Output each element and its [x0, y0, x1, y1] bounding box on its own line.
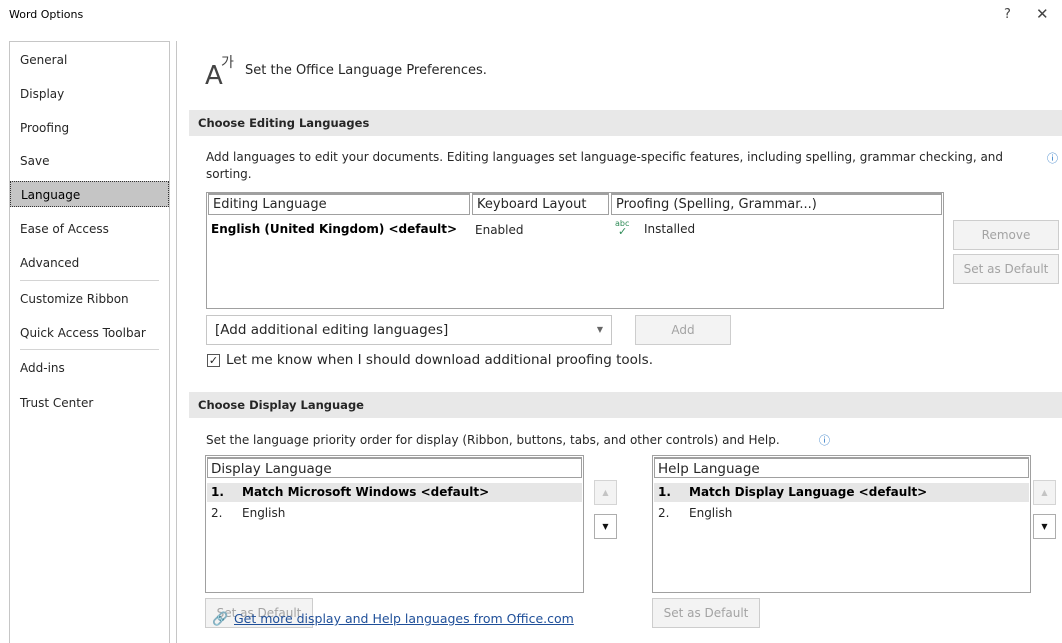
list-item-number: 1. — [211, 485, 224, 499]
list-item-label: English — [242, 506, 286, 520]
add-language-combo-value: [Add additional editing languages] — [215, 322, 449, 338]
list-item-label: Match Microsoft Windows <default> — [242, 485, 490, 499]
sidebar-item-quick-access-toolbar[interactable]: Quick Access Toolbar — [10, 320, 169, 346]
sidebar-item-display[interactable]: Display — [10, 81, 169, 107]
sidebar-item-language[interactable]: Language — [10, 181, 169, 207]
table-row-keyboard: Enabled — [475, 223, 524, 237]
table-row-language[interactable]: English (United Kingdom) <default> — [211, 221, 457, 237]
help-move-up-button[interactable]: ▲ — [1033, 480, 1056, 505]
editing-languages-table[interactable]: Editing Language Keyboard Layout Proofin… — [206, 192, 944, 309]
info-icon[interactable]: ⓘ — [819, 432, 830, 448]
move-up-button[interactable]: ▲ — [594, 480, 617, 505]
list-item-number: 2. — [658, 506, 670, 520]
close-button[interactable]: ✕ — [1036, 5, 1049, 23]
window-title: Word Options — [9, 8, 84, 21]
sidebar-item-customize-ribbon[interactable]: Customize Ribbon — [10, 286, 169, 312]
display-section-header: Choose Display Language — [189, 392, 1062, 418]
check-icon: ✓ — [618, 225, 628, 238]
sidebar-item-save[interactable]: Save — [10, 148, 169, 174]
sidebar-item-add-ins[interactable]: Add-ins — [10, 355, 169, 381]
list-item-number: 1. — [658, 485, 671, 499]
editing-section-header: Choose Editing Languages — [189, 110, 1062, 136]
list-item-label: Match Display Language <default> — [689, 485, 928, 499]
download-proofing-checkbox[interactable]: ✓ — [207, 354, 220, 367]
editing-description: Add languages to edit your documents. Ed… — [206, 150, 1004, 181]
display-language-header: Display Language — [207, 457, 582, 478]
column-keyboard-layout[interactable]: Keyboard Layout — [472, 193, 609, 215]
sidebar-item-trust-center[interactable]: Trust Center — [10, 390, 169, 416]
svg-text:가: 가 — [221, 55, 234, 71]
language-icon: A 가 — [205, 55, 234, 86]
help-language-list[interactable]: Help Language 1. Match Display Language … — [652, 455, 1031, 593]
get-more-languages-link[interactable]: Get more display and Help languages from… — [234, 611, 574, 626]
info-icon[interactable]: ⓘ — [1047, 150, 1058, 166]
link-icon: 🔗 — [212, 612, 229, 627]
sidebar: General Display Proofing Save Language E… — [9, 41, 170, 643]
sidebar-divider — [20, 280, 159, 281]
set-default-editing-button[interactable]: Set as Default — [953, 254, 1059, 284]
add-language-combo[interactable]: [Add additional editing languages] ▼ — [206, 315, 612, 345]
sidebar-item-ease-of-access[interactable]: Ease of Access — [10, 216, 169, 242]
display-description: Set the language priority order for disp… — [206, 433, 780, 447]
sidebar-item-general[interactable]: General — [10, 47, 169, 73]
display-language-list[interactable]: Display Language 1. Match Microsoft Wind… — [205, 455, 584, 593]
list-item[interactable]: 1. Match Microsoft Windows <default> — [207, 483, 582, 502]
sidebar-item-proofing[interactable]: Proofing — [10, 115, 169, 141]
table-row-proofing: Installed — [644, 222, 696, 236]
move-down-button[interactable]: ▼ — [594, 514, 617, 539]
add-button[interactable]: Add — [635, 315, 731, 345]
column-editing-language[interactable]: Editing Language — [208, 193, 470, 215]
sidebar-divider — [20, 349, 159, 350]
title-bar: Word Options ? ✕ — [0, 0, 1062, 32]
help-language-header: Help Language — [654, 457, 1029, 478]
set-default-help-button[interactable]: Set as Default — [652, 598, 760, 628]
help-move-down-button[interactable]: ▼ — [1033, 514, 1056, 539]
list-item-label: English — [689, 506, 733, 520]
list-item[interactable]: 1. Match Display Language <default> — [654, 483, 1029, 502]
content-divider — [176, 41, 177, 643]
remove-button[interactable]: Remove — [953, 220, 1059, 250]
list-item-number: 2. — [211, 506, 223, 520]
list-item[interactable]: 2. English — [654, 504, 1029, 523]
page-title: Set the Office Language Preferences. — [245, 63, 487, 78]
list-item[interactable]: 2. English — [207, 504, 582, 523]
chevron-down-icon: ▼ — [596, 325, 603, 334]
column-proofing[interactable]: Proofing (Spelling, Grammar...) — [611, 193, 942, 215]
sidebar-item-advanced[interactable]: Advanced — [10, 250, 169, 276]
help-button[interactable]: ? — [1004, 7, 1011, 22]
download-proofing-label[interactable]: Let me know when I should download addit… — [226, 352, 653, 368]
